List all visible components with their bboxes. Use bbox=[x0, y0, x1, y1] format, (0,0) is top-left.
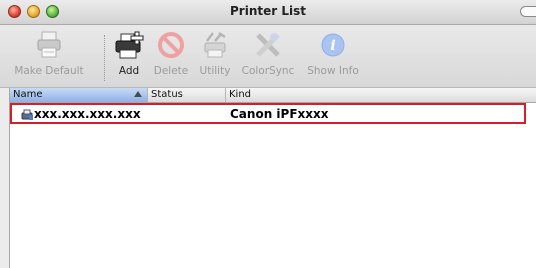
column-header-status[interactable]: Status bbox=[148, 88, 226, 102]
printer-row[interactable]: xxx.xxx.xxx.xxx Canon iPFxxxx bbox=[10, 103, 526, 124]
delete-icon bbox=[155, 29, 187, 61]
window-title: Printer List bbox=[230, 4, 306, 18]
utility-button[interactable]: Utility bbox=[196, 29, 234, 77]
delete-label: Delete bbox=[153, 65, 189, 77]
title-bar[interactable]: Printer List bbox=[0, 0, 536, 25]
toolbar: Make Default Add Delete Utility ColorSyn… bbox=[0, 25, 536, 88]
column-header-name[interactable]: Name bbox=[10, 88, 148, 102]
show-info-label: Show Info bbox=[307, 65, 359, 77]
sort-ascending-icon bbox=[134, 91, 142, 97]
svg-text:i: i bbox=[330, 38, 335, 54]
colorsync-icon bbox=[252, 29, 284, 61]
add-printer-icon bbox=[113, 29, 145, 61]
add-button[interactable]: Add bbox=[110, 29, 148, 77]
colorsync-button[interactable]: ColorSync bbox=[238, 29, 298, 77]
printer-kind: Canon iPFxxxx bbox=[230, 107, 329, 121]
printer-default-icon bbox=[33, 29, 65, 61]
printer-list-window: Printer List Make Default Add Delete Uti… bbox=[0, 0, 536, 268]
utility-label: Utility bbox=[199, 65, 231, 77]
toolbar-separator bbox=[104, 35, 105, 81]
network-printer-icon bbox=[21, 107, 34, 120]
utility-icon bbox=[199, 29, 231, 61]
make-default-button[interactable]: Make Default bbox=[6, 29, 92, 77]
make-default-label: Make Default bbox=[14, 65, 84, 77]
printer-name: xxx.xxx.xxx.xxx bbox=[34, 107, 141, 121]
show-info-button[interactable]: i Show Info bbox=[304, 29, 362, 77]
column-header-kind[interactable]: Kind bbox=[226, 88, 536, 102]
delete-button[interactable]: Delete bbox=[152, 29, 190, 77]
add-label: Add bbox=[118, 65, 140, 77]
colorsync-label: ColorSync bbox=[241, 65, 295, 77]
printer-list: Name Status Kind xxx.xxx.xxx.xxx Canon i… bbox=[9, 88, 536, 268]
list-header: Name Status Kind bbox=[10, 88, 536, 103]
toolbar-toggle-button[interactable] bbox=[520, 6, 536, 17]
info-icon: i bbox=[317, 29, 349, 61]
